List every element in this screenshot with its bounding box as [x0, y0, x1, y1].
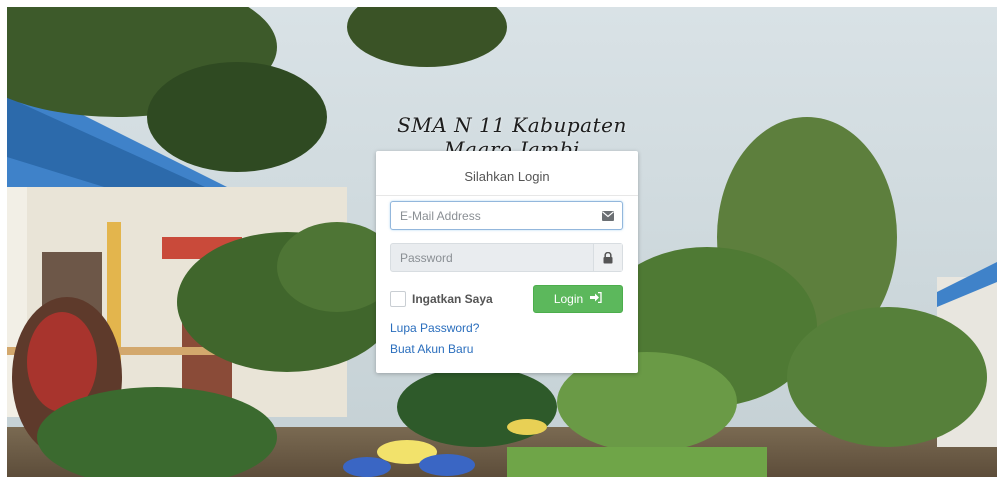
remember-me: Ingatkan Saya: [390, 290, 493, 308]
password-field-group: [390, 243, 623, 272]
sign-in-icon: [590, 291, 602, 306]
panel-divider: [376, 195, 638, 196]
register-link[interactable]: Buat Akun Baru: [390, 342, 473, 356]
password-input[interactable]: [391, 244, 609, 271]
remember-label: Ingatkan Saya: [412, 292, 493, 306]
envelope-icon: [594, 202, 622, 229]
lock-icon: [593, 244, 622, 271]
background-frame: SMA N 11 Kabupaten Maaro Jambi Silahkan …: [7, 7, 997, 477]
remember-checkbox[interactable]: [390, 291, 406, 307]
forgot-password-link[interactable]: Lupa Password?: [390, 321, 479, 335]
login-button-label: Login: [553, 292, 584, 306]
login-heading: Silahkan Login: [464, 169, 550, 184]
email-field-group: [390, 201, 623, 230]
login-button[interactable]: Login: [533, 285, 623, 313]
login-panel: Silahkan Login Ingatkan Saya: [376, 151, 638, 373]
email-input[interactable]: [391, 202, 609, 229]
